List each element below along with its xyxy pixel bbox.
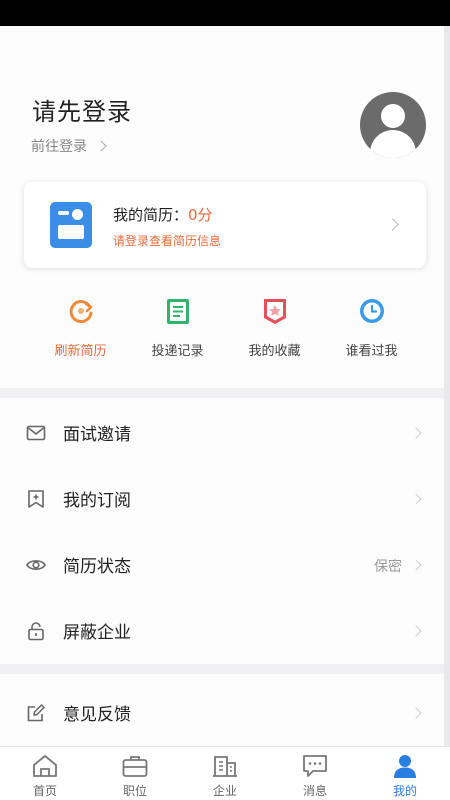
quick-action-label: 谁看过我 [345,344,398,359]
profile-page: 请先登录 前往登录 我的简历：0分 请登录查看简历信息 刷新简历 投递记录 我的… [0,26,444,746]
menu-item-blocked-companies[interactable]: 屏蔽企业 [0,598,444,664]
tab-mine[interactable]: 我的 [360,747,450,800]
chevron-right-icon [410,427,422,439]
profile-header: 请先登录 前往登录 [0,26,444,176]
mail-icon [26,425,46,441]
resume-card[interactable]: 我的简历：0分 请登录查看简历信息 [24,182,426,268]
resume-label: 我的简历： [113,206,189,224]
quick-action-label: 投递记录 [151,344,204,359]
avatar[interactable] [360,92,426,158]
refresh-icon [69,300,92,323]
chevron-right-icon [95,140,107,152]
tab-messages[interactable]: 消息 [270,747,360,800]
menu-item-label: 屏蔽企业 [63,623,131,643]
chevron-right-icon [410,493,422,505]
menu-item-my-subscriptions[interactable]: 我的订阅 [0,466,444,532]
menu-item-feedback[interactable]: 意见反馈 [0,680,444,746]
avatar-body [370,130,416,158]
quick-action-my-favorites[interactable]: 我的收藏 [226,296,323,386]
quick-action-refresh-resume[interactable]: 刷新简历 [32,296,129,386]
chevron-right-icon [410,625,422,637]
chevron-right-icon [410,707,422,719]
quick-action-delivery-records[interactable]: 投递记录 [129,296,226,386]
menu-item-label: 意见反馈 [63,705,131,725]
tab-companies[interactable]: 企业 [180,747,270,800]
tab-label: 消息 [302,784,327,798]
menu-item-interview-invitations[interactable]: 面试邀请 [0,400,444,466]
person-icon [394,755,416,778]
menu-item-label: 简历状态 [63,557,131,577]
tab-label: 首页 [32,784,57,798]
quick-action-label: 刷新简历 [54,344,107,359]
resume-title: 我的简历：0分 [113,204,213,225]
tab-jobs[interactable]: 职位 [90,747,180,800]
scrollbar-track[interactable] [444,26,450,746]
menu-item-resume-status[interactable]: 简历状态 保密 [0,532,444,598]
lock-icon [28,622,44,641]
eye-icon [26,560,46,570]
edit-icon [27,704,45,722]
building-icon [213,756,237,777]
menu-item-label: 面试邀请 [63,425,131,445]
resume-hint: 请登录查看简历信息 [113,234,222,248]
document-list-icon [166,299,189,324]
quick-action-label: 我的收藏 [248,344,301,359]
avatar-head [381,104,405,128]
menu-item-label: 我的订阅 [63,491,131,511]
briefcase-icon [122,756,148,777]
section-divider [0,664,444,674]
section-divider [0,388,444,398]
chevron-right-icon [386,218,399,231]
quick-action-who-viewed-me[interactable]: 谁看过我 [323,296,420,386]
resume-score: 0分 [188,206,213,224]
login-link-label: 前往登录 [31,139,87,155]
resume-status-value: 保密 [374,559,402,575]
login-title[interactable]: 请先登录 [32,92,132,127]
login-link[interactable]: 前往登录 [31,136,107,156]
star-badge-icon [263,299,286,324]
tab-label: 我的 [392,784,417,798]
message-icon [303,755,327,777]
chevron-right-icon [410,559,422,571]
tab-label: 职位 [122,784,147,798]
home-icon [33,755,57,777]
quick-actions: 刷新简历 投递记录 我的收藏 谁看过我 [0,296,444,386]
bookmark-plus-icon [28,490,44,508]
clock-icon [359,299,384,323]
status-bar [0,0,450,26]
resume-icon [50,202,92,248]
bottom-tab-bar: 首页 职位 企业 消息 我的 [0,746,450,800]
tab-label: 企业 [212,784,237,798]
tab-home[interactable]: 首页 [0,747,90,800]
